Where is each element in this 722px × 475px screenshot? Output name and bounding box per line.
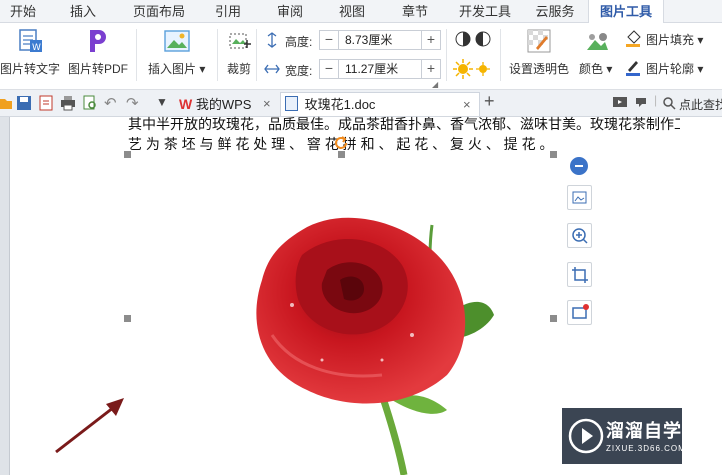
height-spinner[interactable]: − 8.73厘米 + [319,30,441,50]
vertical-ruler [0,117,10,475]
crop-button[interactable]: 裁剪 [227,60,251,77]
annotation-arrow [55,398,124,454]
open-folder-icon[interactable] [0,96,12,110]
width-spinner[interactable]: − 11.27厘米 + [319,59,441,79]
set-transparent-color-button[interactable]: 设置透明色 [509,60,569,77]
crop-icon [229,33,251,49]
menu-bar: 开始 插入 页面布局 引用 审阅 视图 章节 开发工具 云服务 图片工具 [0,0,722,23]
collapse-panel-button[interactable] [570,157,588,175]
tab-section[interactable]: 章节 [382,0,448,23]
resize-handle-left[interactable] [124,315,131,322]
save-icon[interactable] [16,95,32,111]
new-tab-button[interactable]: + [484,91,495,112]
tab-insert[interactable]: 插入 [46,0,120,23]
ribbon: W 图片转文字 图片转PDF 插入图片 ▾ 裁剪 高度: − 8.73厘米 + … [0,23,722,90]
width-icon [264,64,280,74]
rotate-handle-icon[interactable] [333,135,349,151]
height-increase-button[interactable]: + [422,31,440,49]
tab-my-wps-label: 我的WPS [195,97,252,112]
picture-fill-button[interactable]: 图片填充 ▾ [646,31,703,48]
watermark-title: 溜溜自学 [606,421,682,441]
minus-icon [575,165,583,167]
color-button[interactable]: 颜色 ▾ [579,60,612,77]
export-pdf-icon[interactable] [38,95,54,111]
search-icon [663,97,676,110]
document-icon [285,96,298,111]
color-icon [587,33,608,50]
tab-document-label: 玫瑰花1.doc [304,97,376,112]
crop-picture-button[interactable] [567,262,592,287]
height-icon [267,32,277,48]
dropdown-arrow-icon: ▾ [603,62,613,76]
picture-to-pdf-button[interactable]: 图片转PDF [68,60,128,77]
svg-text:W: W [32,43,41,53]
contrast-icon[interactable] [454,30,494,48]
resize-handle-top-right[interactable] [550,151,557,158]
width-label: 宽度: [285,64,313,78]
height-label: 高度: [285,35,313,49]
resize-handle-right[interactable] [550,315,557,322]
tab-document[interactable]: 玫瑰花1.doc × [280,92,480,116]
redo-icon[interactable]: ↷ [126,94,139,112]
picture-to-text-icon: W [19,29,42,53]
tab-references[interactable]: 引用 [198,0,258,23]
layout-options-button[interactable] [567,185,592,210]
picture-to-text-button[interactable]: 图片转文字 [0,60,60,77]
undo-icon[interactable]: ↶ [104,94,117,112]
dropdown-arrow-icon: ▾ [694,33,704,47]
picture-outline-button[interactable]: 图片轮廓 ▾ [646,60,703,77]
height-decrease-button[interactable]: − [320,31,338,49]
watermark-url: ZIXUE.3D66.COM [606,444,686,453]
insert-picture-button[interactable]: 插入图片 ▾ [148,60,205,77]
play-logo-icon [568,418,604,454]
width-decrease-button[interactable]: − [320,60,338,78]
resize-handle-top[interactable] [338,151,345,158]
tab-picture-tools[interactable]: 图片工具 [588,0,664,23]
brightness-icon[interactable] [452,58,492,80]
layout-icon [572,191,587,204]
paragraph-line-1: 其中半开放的玫瑰花，品质最佳。成品茶甜香扑鼻、香气浓郁、滋味甘美。玫瑰花茶制作工 [128,116,680,132]
tab-review[interactable]: 审阅 [258,0,322,23]
dropdown-arrow-icon: ▾ [196,62,206,76]
tab-home[interactable]: 开始 [0,0,46,23]
tab-view[interactable]: 视图 [322,0,382,23]
resize-handle-top-left[interactable] [124,151,131,158]
print-icon[interactable] [60,95,76,111]
dropdown-arrow-icon: ▾ [694,62,704,76]
dialog-launcher-icon[interactable]: ◢ [432,80,438,89]
customize-dropdown-icon[interactable]: ▼ [156,95,168,109]
rose-image[interactable] [232,185,512,475]
insert-picture-icon [164,30,190,52]
tab-cloud[interactable]: 云服务 [522,0,588,23]
pdf-icon [90,30,106,52]
tab-developer[interactable]: 开发工具 [448,0,522,23]
width-input[interactable]: 11.27厘米 [338,60,422,78]
picture-border-button[interactable] [567,300,592,325]
border-icon [572,304,589,319]
width-increase-button[interactable]: + [422,60,440,78]
height-input[interactable]: 8.73厘米 [338,31,422,49]
screen-record-icon[interactable] [612,96,628,110]
zoom-in-icon [572,228,588,244]
watermark-logo: 溜溜自学 ZIXUE.3D66.COM [562,408,685,464]
share-icon[interactable] [634,96,650,110]
print-preview-icon[interactable] [82,95,98,111]
tab-my-wps[interactable]: W 我的WPS × [177,92,277,116]
transparent-color-icon [527,29,551,53]
outline-pen-icon [626,61,640,76]
close-icon[interactable]: × [263,92,271,116]
wps-logo-icon: W [179,96,193,112]
search-input[interactable]: 点此查找 [679,96,722,113]
tab-page-layout[interactable]: 页面布局 [120,0,198,23]
zoom-picture-button[interactable] [567,223,592,248]
quick-access-bar: ↶ ↷ ▼ W 我的WPS × 玫瑰花1.doc × + | 点此查找 [0,90,722,117]
fill-bucket-icon [626,30,641,47]
crop-icon [572,267,588,283]
